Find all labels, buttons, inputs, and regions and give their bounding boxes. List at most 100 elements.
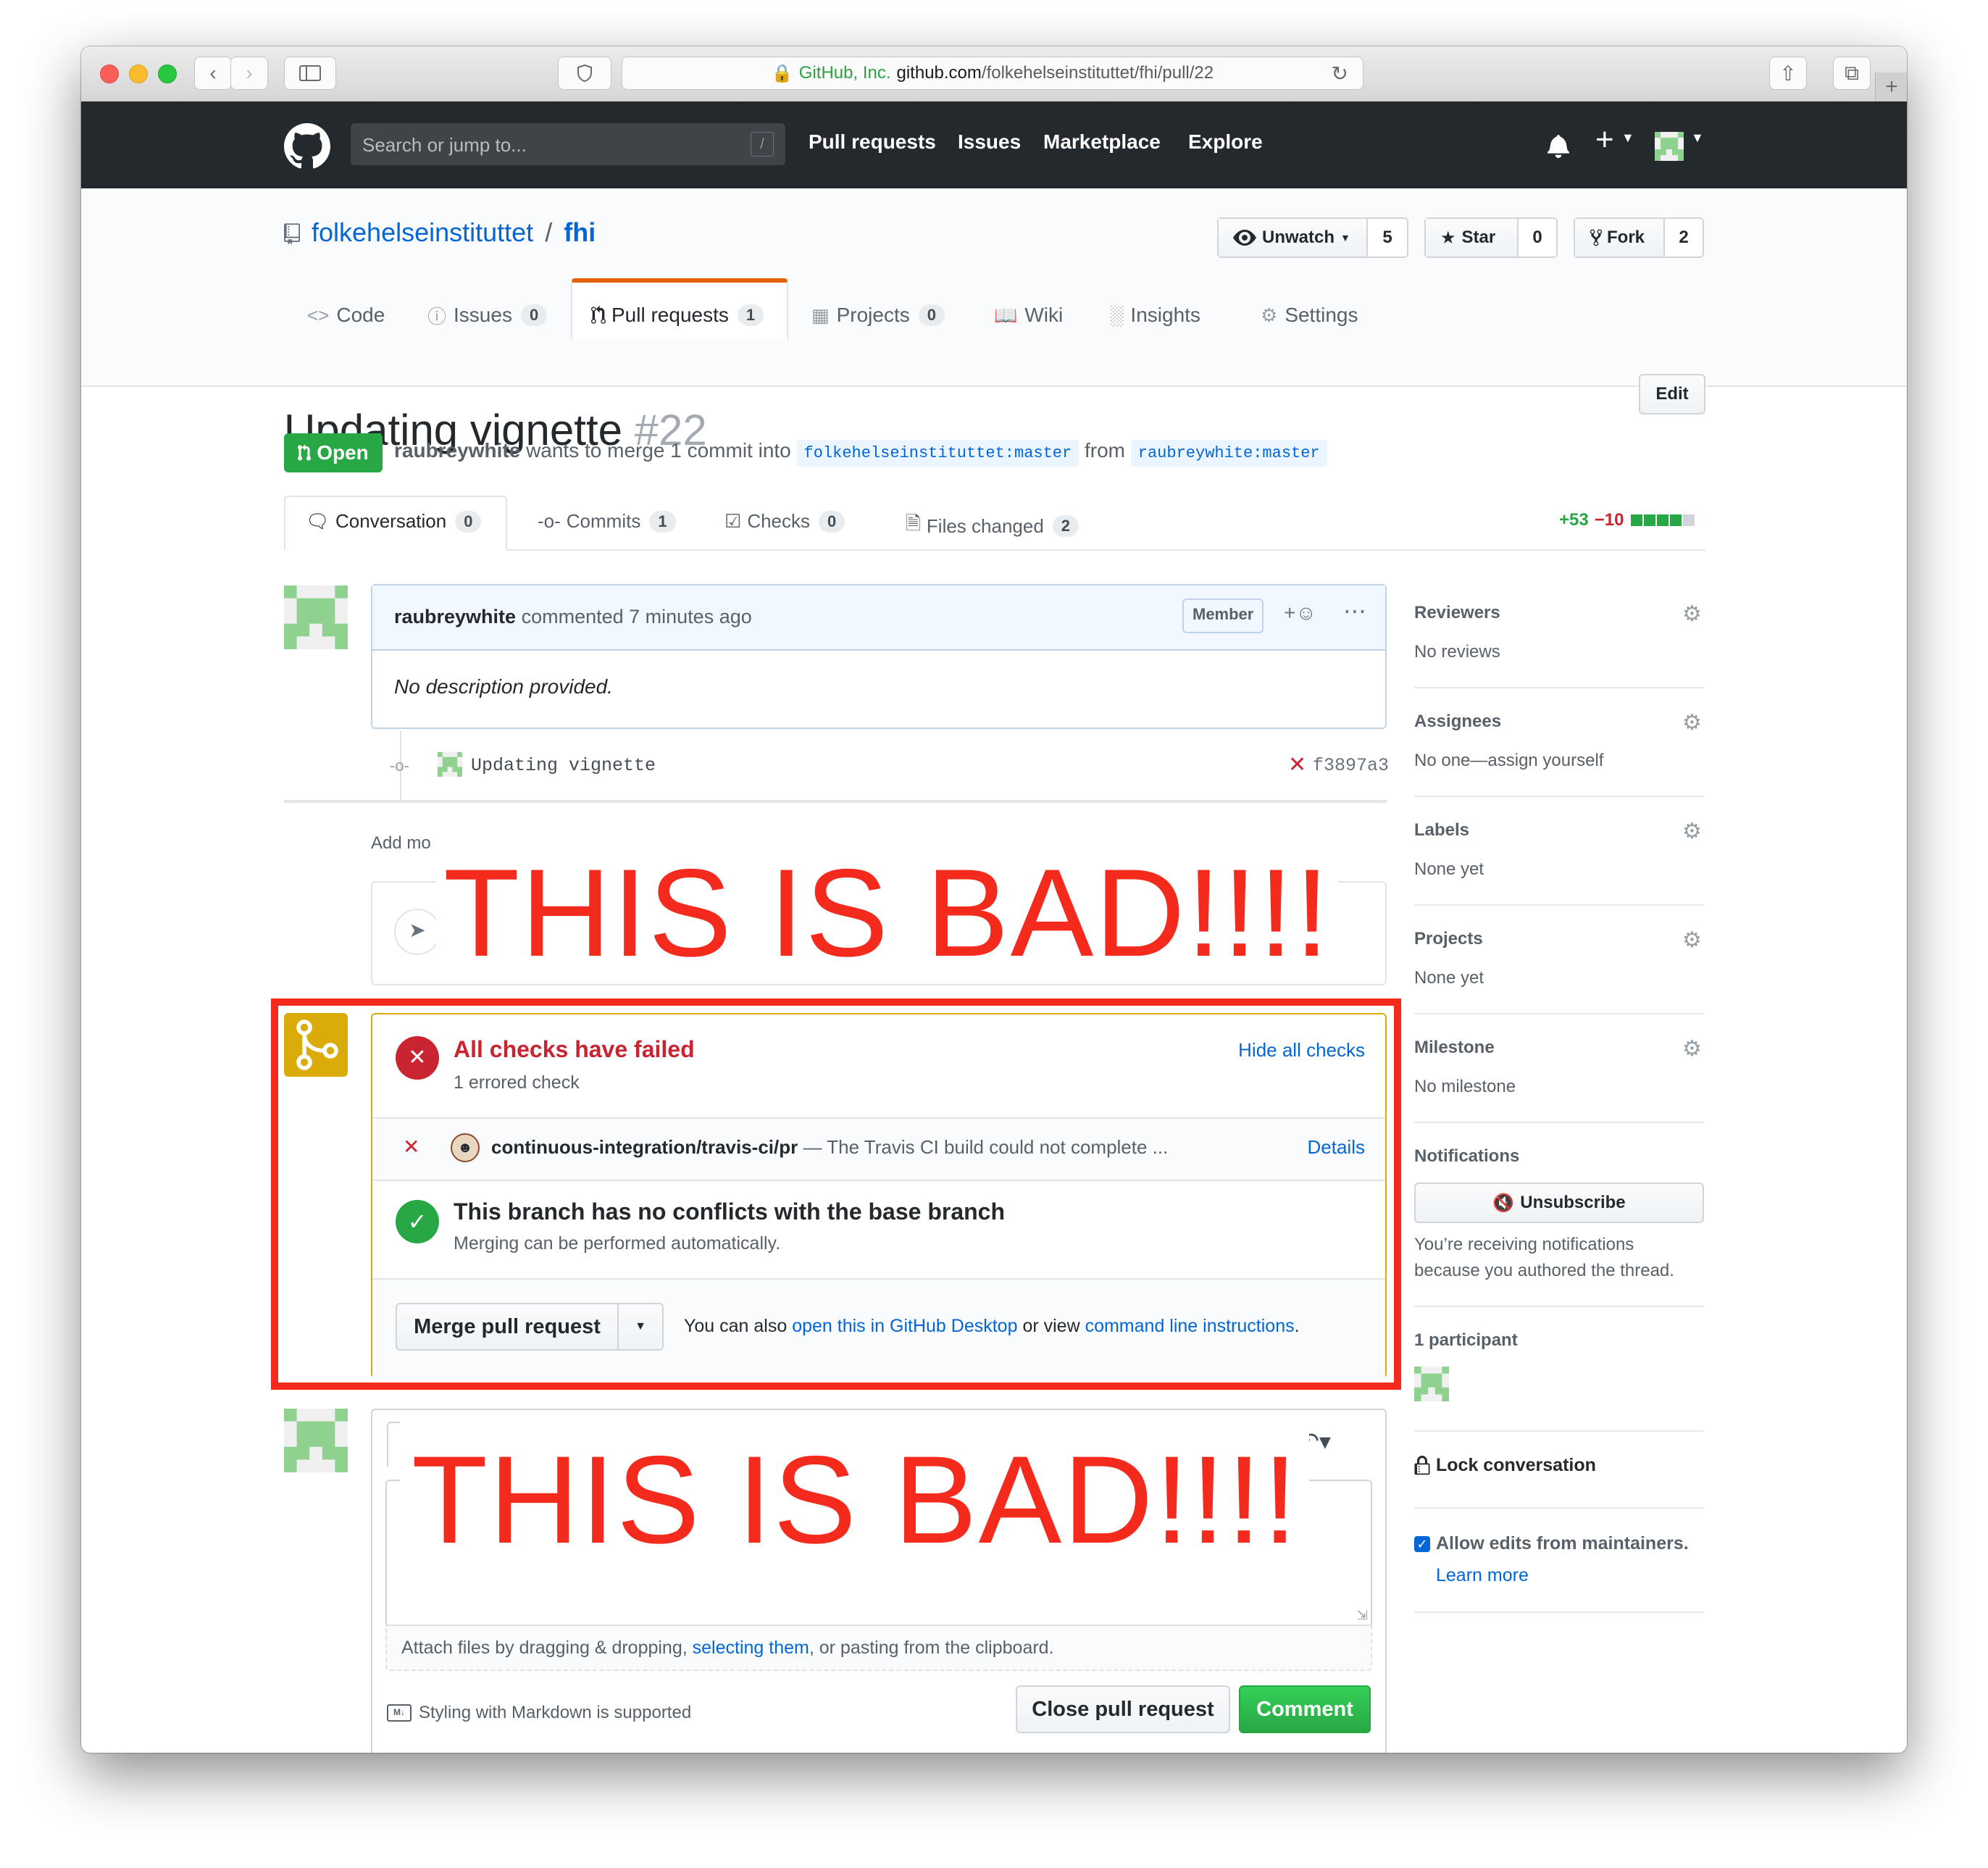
pr-state-badge: Open (284, 433, 383, 472)
tab-pull-requests[interactable]: Pull requests 1 (591, 291, 764, 339)
close-pull-request-button[interactable]: Close pull request (1016, 1685, 1230, 1733)
search-input[interactable]: Search or jump to... / (351, 123, 785, 165)
learn-more-link[interactable]: Learn more (1436, 1565, 1529, 1586)
markdown-support-note[interactable]: M↓ Styling with Markdown is supported (387, 1703, 691, 1723)
privacy-shield-button[interactable] (558, 57, 611, 90)
kebab-menu-icon[interactable]: ⋯ (1343, 597, 1366, 625)
sidebar-participants-heading: 1 participant (1414, 1330, 1518, 1350)
tab-code-label: Code (336, 304, 385, 326)
address-bar[interactable]: 🔒 GitHub, Inc. github.com/folkehelseinst… (622, 57, 1363, 90)
tab-checks-count: 0 (819, 510, 845, 533)
tab-conversation[interactable]: 🗨 Conversation 0 (306, 510, 482, 533)
tab-wiki[interactable]: 📖 Wiki (994, 291, 1063, 339)
repo-separator: / (545, 217, 553, 247)
repo-owner-link[interactable]: folkehelseinstituttet (312, 217, 533, 247)
new-tab-button[interactable]: + (1875, 72, 1907, 101)
forks-count[interactable]: 2 (1665, 219, 1703, 257)
participant-avatar[interactable] (1414, 1367, 1449, 1401)
commit-message-link[interactable]: Updating vignette (471, 755, 656, 776)
commit-author-avatar[interactable] (438, 752, 462, 777)
lock-conversation-label: Lock conversation (1436, 1455, 1596, 1475)
tab-checks[interactable]: ☑ Checks 0 (724, 510, 845, 533)
nav-issues[interactable]: Issues (958, 130, 1021, 154)
fork-button[interactable]: Fork (1575, 219, 1665, 257)
projects-gear-icon[interactable]: ⚙ (1682, 930, 1703, 951)
comment-timestamp[interactable]: commented 7 minutes ago (522, 606, 752, 627)
sidebar-divider (1414, 904, 1704, 906)
star-button[interactable]: ★ Star (1426, 219, 1519, 257)
sidebar-labels-heading[interactable]: Labels (1414, 820, 1469, 841)
minimize-window-button[interactable] (129, 64, 148, 83)
lock-conversation-link[interactable]: Lock conversation (1414, 1455, 1596, 1476)
tab-pull-requests-label: Pull requests (611, 304, 729, 326)
share-button[interactable]: ⇧ (1769, 57, 1807, 90)
bell-icon[interactable] (1548, 133, 1569, 158)
sidebar-projects-heading[interactable]: Projects (1414, 929, 1483, 949)
sidebar-assignees-value[interactable]: No one—assign yourself (1414, 751, 1603, 771)
add-reaction-icon[interactable]: +☺ (1284, 601, 1316, 625)
tab-issues[interactable]: ⓘ Issues 0 (427, 291, 548, 339)
allow-edits-checkbox[interactable]: ✓ (1414, 1535, 1430, 1552)
sidebar-milestone-heading[interactable]: Milestone (1414, 1038, 1495, 1058)
base-branch[interactable]: folkehelseinstituttet:master (796, 440, 1079, 467)
sidebar-toggle-button[interactable] (284, 57, 336, 90)
unsubscribe-button[interactable]: 🔇 Unsubscribe (1414, 1183, 1704, 1223)
sidebar-reviewers-heading[interactable]: Reviewers (1414, 603, 1500, 623)
tab-commits[interactable]: -o- Commits 1 (538, 510, 676, 533)
selecting-them-link[interactable]: selecting them (693, 1638, 809, 1658)
tab-code[interactable]: <> Code (307, 291, 385, 339)
assignees-gear-icon[interactable]: ⚙ (1682, 712, 1703, 734)
labels-gear-icon[interactable]: ⚙ (1682, 821, 1703, 843)
rocket-icon: ➤ (394, 909, 440, 955)
back-button[interactable]: ‹ (194, 57, 232, 90)
unwatch-button[interactable]: Unwatch ▼ (1219, 219, 1368, 257)
user-avatar[interactable] (1655, 132, 1684, 161)
head-branch[interactable]: raubreywhite:master (1130, 440, 1327, 467)
repo-icon (284, 223, 300, 245)
comment-meta: raubreywhite commented 7 minutes ago (394, 606, 752, 628)
create-new-plus-icon[interactable]: + (1595, 122, 1614, 158)
chevron-left-icon: ‹ (209, 62, 217, 84)
stargazers-count[interactable]: 0 (1519, 219, 1556, 257)
tab-conversation-label: Conversation (335, 510, 447, 532)
nav-marketplace[interactable]: Marketplace (1043, 130, 1161, 154)
forward-button[interactable]: › (230, 57, 268, 90)
reviewers-gear-icon[interactable]: ⚙ (1682, 604, 1703, 625)
sidebar-divider (1414, 1507, 1704, 1509)
pr-author-link[interactable]: raubreywhite (394, 439, 520, 462)
commit-status-x-icon[interactable]: ✕ (1288, 752, 1306, 777)
mute-icon: 🔇 (1492, 1193, 1515, 1213)
sidebar-assignees-heading[interactable]: Assignees (1414, 712, 1501, 732)
notification-reason-line-1: You’re receiving notifications (1414, 1235, 1634, 1254)
maximize-window-button[interactable] (158, 64, 177, 83)
project-icon: ▦ (811, 304, 830, 326)
tabs-overview-button[interactable]: ⧉ (1833, 57, 1871, 90)
close-window-button[interactable] (100, 64, 119, 83)
annotation-overlay-top: THIS IS BAD!!!! (436, 843, 1338, 978)
commit-sha-link[interactable]: f3897a3 (1313, 755, 1389, 776)
tab-insights[interactable]: ░ Insights (1110, 291, 1200, 339)
star-button-group: ★ Star 0 (1424, 217, 1558, 258)
resize-handle-icon[interactable]: ⇲ (1357, 1608, 1368, 1623)
watchers-count[interactable]: 5 (1368, 219, 1407, 257)
nav-pull-requests[interactable]: Pull requests (809, 130, 936, 154)
repo-header: folkehelseinstituttet / fhi Unwatch ▼ 5 … (81, 188, 1907, 387)
nav-explore[interactable]: Explore (1188, 130, 1263, 154)
reload-icon[interactable]: ↻ (1332, 62, 1348, 86)
repo-name-link[interactable]: fhi (564, 217, 596, 247)
comment-author-avatar[interactable] (284, 585, 348, 649)
tab-files-changed[interactable]: 🗎 Files changed 2 (906, 510, 1079, 542)
tab-settings[interactable]: ⚙ Settings (1261, 291, 1358, 339)
github-logo-icon[interactable] (284, 123, 330, 170)
file-attach-area[interactable]: Attach files by dragging & dropping, sel… (385, 1625, 1372, 1671)
comment-author-link[interactable]: raubreywhite (394, 606, 516, 627)
share-icon: ⇧ (1779, 62, 1797, 85)
caret-down-icon: ▼ (1340, 232, 1350, 243)
attach-instructions: Attach files by dragging & dropping, sel… (401, 1638, 1054, 1659)
comment-button[interactable]: Comment (1239, 1685, 1371, 1733)
sidebar-notifications-heading: Notifications (1414, 1146, 1520, 1166)
tab-projects[interactable]: ▦ Projects 0 (811, 291, 945, 339)
milestone-gear-icon[interactable]: ⚙ (1682, 1038, 1703, 1060)
current-user-avatar[interactable] (284, 1409, 348, 1472)
edit-title-button[interactable]: Edit (1639, 374, 1705, 414)
